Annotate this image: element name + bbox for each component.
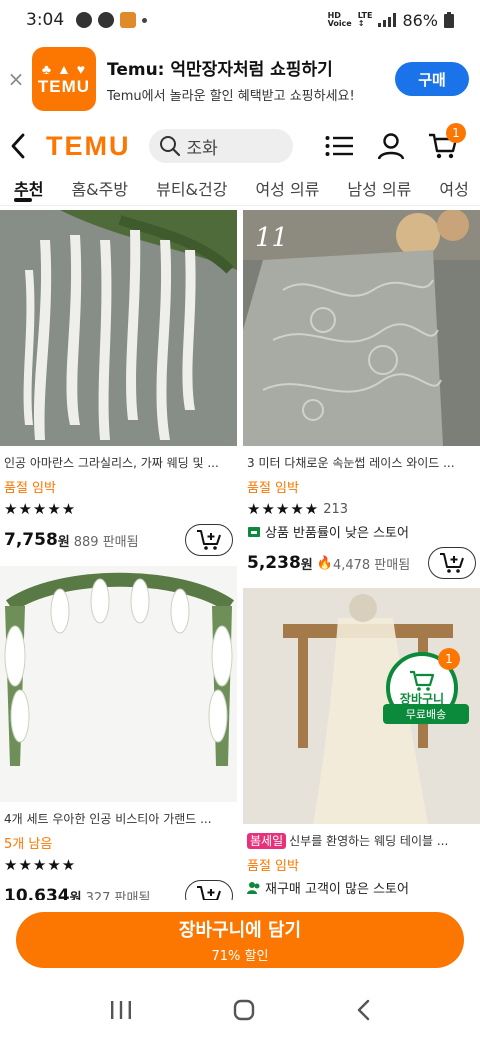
currency: 원: [300, 557, 313, 573]
banner-subtitle: Temu에서 놀라운 할인 혜택받고 쇼핑하세요!: [107, 88, 355, 104]
system-icons: HD Voice LTE ↕ 86%: [328, 11, 454, 30]
cart-plus-icon: [440, 553, 464, 573]
add-to-cart-cta-button[interactable]: 장바구니에 담기 71% 할인: [16, 912, 464, 968]
product-title[interactable]: 4개 세트 우아한 인공 비스티아 가랜드 ...: [0, 810, 237, 827]
pinwheel-icon: [98, 12, 115, 28]
product-card[interactable]: 11 3 미터 다채로운 속눈썹 레이스 와이드 ... 품절 임박 ★★★★★…: [243, 210, 480, 579]
product-title[interactable]: 3 미터 다채로운 속눈썹 레이스 와이드 ...: [243, 454, 480, 471]
app-install-banner: × ♣ ▲ ♥ TEMU Temu: 억만장자처럼 쇼핑하기 Temu에서 놀라…: [0, 40, 480, 118]
more-notifications-icon: [142, 17, 148, 23]
currency: 원: [57, 534, 70, 550]
tab-women-more[interactable]: 여성: [425, 170, 480, 205]
product-card[interactable]: 봄세일 신부를 환영하는 웨딩 테이블 ... 품절 임박 재구매 고객이 많은 …: [243, 588, 480, 897]
floating-cart-count: 1: [438, 648, 460, 670]
gallery-icon: [76, 12, 93, 28]
status-bar: 3:04 HD Voice LTE ↕ 86%: [0, 0, 480, 40]
hd-voice-icon: HD Voice: [327, 11, 352, 28]
search-icon: [159, 136, 180, 157]
review-count: 213: [323, 501, 349, 517]
status-time: 3:04: [26, 10, 65, 30]
recent-apps-button[interactable]: [110, 1000, 132, 1020]
price-row: 7,758 원 889 판매됨: [0, 524, 237, 556]
add-to-cart-button[interactable]: [185, 524, 233, 556]
buy-app-button[interactable]: 구매: [395, 62, 469, 96]
stock-tag: 품절 임박: [4, 481, 56, 496]
temu-logo[interactable]: TEMU: [46, 131, 131, 162]
product-card[interactable]: 4개 세트 우아한 인공 비스티아 가랜드 ... 5개 남음 ★★★★★ 10…: [0, 566, 237, 910]
cta-discount: 71% 할인: [211, 949, 269, 964]
battery-icon: [444, 12, 454, 28]
user-icon: [377, 133, 405, 160]
close-banner-button[interactable]: ×: [0, 67, 32, 91]
header-actions: 1: [324, 123, 466, 161]
account-button[interactable]: [376, 131, 406, 161]
hanging-flowers-image: [0, 210, 237, 446]
sold-count: 889 판매됨: [73, 534, 139, 550]
product-title[interactable]: 봄세일 신부를 환영하는 웨딩 테이블 ...: [243, 832, 480, 849]
price: 5,238: [247, 553, 301, 573]
store-badge-icon: [248, 526, 260, 537]
stock-tag: 5개 남음: [4, 837, 53, 852]
search-input[interactable]: 조화: [148, 129, 293, 163]
signal-icon: [378, 13, 397, 27]
home-button[interactable]: [233, 999, 255, 1021]
tab-recommended[interactable]: 추천: [0, 170, 57, 205]
list-menu-icon: [325, 136, 353, 156]
tab-beauty-health[interactable]: 뷰티&건강: [142, 170, 241, 205]
notification-icons: [76, 12, 148, 28]
price: 7,758: [4, 530, 58, 550]
temu-app-logo: ♣ ▲ ♥ TEMU: [32, 47, 96, 111]
tab-home-kitchen[interactable]: 홈&주방: [57, 170, 142, 205]
stock-tag: 품절 임박: [247, 481, 299, 496]
banner-title: Temu: 억만장자처럼 쇼핑하기: [107, 59, 333, 80]
cart-plus-icon: [197, 530, 221, 550]
back-nav-button[interactable]: [356, 999, 370, 1021]
system-navigation-bar: [0, 980, 480, 1040]
sale-badge: 봄세일: [247, 833, 287, 849]
product-image[interactable]: [0, 210, 237, 446]
cart-count-badge: 1: [446, 123, 466, 143]
top-header: TEMU 조화 1: [0, 120, 480, 172]
back-button[interactable]: [0, 126, 36, 166]
chevron-left-icon: [11, 133, 25, 159]
price-row: 5,238 원 🔥 4,478 판매됨: [243, 547, 480, 579]
cart-icon: [410, 670, 435, 691]
add-to-cart-button[interactable]: [428, 547, 476, 579]
store-info: 재구매 고객이 많은 스토어: [243, 878, 480, 897]
product-image[interactable]: 11: [243, 210, 480, 446]
svg-text:11: 11: [255, 223, 288, 253]
rating-stars: ★★★★★ 213: [247, 500, 349, 518]
free-shipping-badge: 무료배송: [383, 704, 469, 724]
category-menu-button[interactable]: [324, 131, 354, 161]
product-image[interactable]: [0, 566, 237, 802]
category-tabs: 추천 홈&주방 뷰티&건강 여성 의류 남성 의류 여성: [0, 170, 480, 206]
store-info: 상품 반품률이 낮은 스토어: [243, 522, 480, 541]
wisteria-garland-image: [0, 566, 237, 802]
cta-label: 장바구니에 담기: [178, 920, 302, 941]
fire-icon: 🔥: [316, 555, 333, 571]
product-title[interactable]: 인공 아마란스 그라실리스, 가짜 웨딩 및 ...: [0, 454, 237, 471]
rating-stars: ★★★★★: [4, 500, 77, 518]
search-placeholder: 조화: [186, 138, 218, 159]
lte-icon: LTE ↕: [357, 11, 373, 28]
banner-text: Temu: 억만장자처럼 쇼핑하기 Temu에서 놀라운 할인 혜택받고 쇼핑하…: [107, 55, 395, 104]
product-grid: 인공 아마란스 그라실리스, 가짜 웨딩 및 ... 품절 임박 ★★★★★ 7…: [0, 210, 480, 910]
stock-tag: 품절 임박: [247, 859, 299, 874]
tab-womens-clothing[interactable]: 여성 의류: [241, 170, 333, 205]
temu-logo-icon: ♣ ▲ ♥: [41, 61, 87, 77]
battery-level: 86%: [402, 10, 438, 30]
cart-button[interactable]: 1: [428, 123, 466, 161]
lace-runner-image: 11: [243, 210, 480, 446]
tab-mens-clothing[interactable]: 남성 의류: [333, 170, 425, 205]
sold-count: 4,478 판매됨: [332, 557, 411, 573]
product-card[interactable]: 인공 아마란스 그라실리스, 가짜 웨딩 및 ... 품절 임박 ★★★★★ 7…: [0, 210, 237, 556]
app-notification-icon: [120, 12, 137, 28]
rating-stars: ★★★★★: [4, 856, 77, 874]
repeat-customers-icon: [247, 881, 260, 894]
